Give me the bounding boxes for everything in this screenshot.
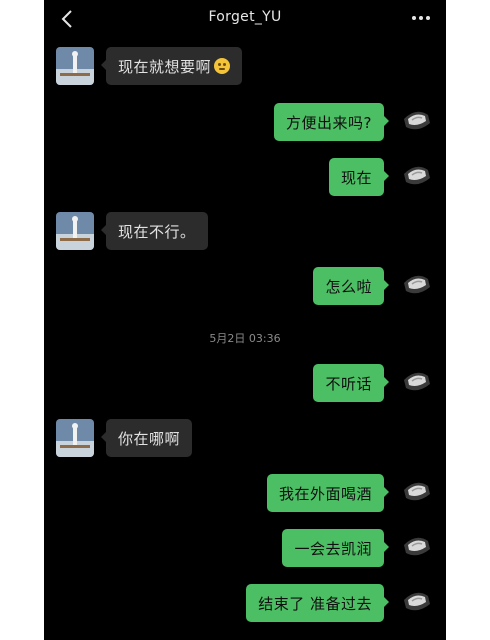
message-bubble-outgoing[interactable]: 我在外面喝酒: [266, 474, 390, 512]
message-bubble-outgoing[interactable]: 不听话: [313, 364, 389, 402]
message-row: 现在就想要啊: [44, 47, 446, 87]
user-avatar[interactable]: [396, 103, 434, 141]
message-text: 怎么啦: [325, 277, 372, 296]
contact-avatar[interactable]: [56, 212, 94, 250]
message-row: 结束了 准备过去: [44, 584, 446, 624]
user-avatar[interactable]: [396, 158, 434, 196]
user-avatar[interactable]: [396, 474, 434, 512]
chat-timestamp: 5月2日 03:36: [209, 332, 281, 345]
message-text: 现在不行。: [118, 222, 196, 241]
more-dots-icon[interactable]: [406, 8, 436, 28]
message-text: 不听话: [325, 374, 372, 393]
message-row: 方便出来吗?: [44, 103, 446, 143]
message-bubble-incoming[interactable]: 你在哪啊: [100, 419, 193, 457]
chat-screen: Forget_YU 现在就想要啊 方便出来吗? 现在 现在不行。 怎么啦 5月2…: [44, 0, 446, 640]
message-row: 怎么啦: [44, 267, 446, 307]
message-text: 现在就想要啊: [118, 57, 212, 76]
message-bubble-incoming[interactable]: 现在不行。: [101, 212, 208, 250]
message-row: 你在哪啊: [44, 419, 446, 459]
thinking-face-icon: [214, 58, 231, 74]
message-row: 一会去凯润: [44, 529, 446, 569]
contact-avatar[interactable]: [56, 419, 94, 457]
message-text: 结束了 准备过去: [258, 594, 372, 613]
message-bubble-outgoing[interactable]: 结束了 准备过去: [246, 584, 389, 622]
message-row: 我在外面喝酒: [44, 474, 446, 514]
chat-title: Forget_YU: [208, 9, 282, 25]
message-row: 现在: [44, 158, 446, 198]
message-text: 现在: [340, 168, 372, 187]
user-avatar[interactable]: [396, 364, 434, 402]
message-bubble-outgoing[interactable]: 怎么啦: [313, 267, 389, 305]
message-text: 我在外面喝酒: [278, 484, 372, 503]
user-avatar[interactable]: [396, 529, 434, 567]
message-bubble-outgoing[interactable]: 一会去凯润: [282, 529, 389, 567]
message-row: 不听话: [44, 364, 446, 404]
message-row: 现在不行。: [44, 212, 446, 252]
user-avatar[interactable]: [396, 584, 434, 622]
user-avatar[interactable]: [396, 267, 434, 305]
message-bubble-incoming[interactable]: 现在就想要啊: [100, 47, 243, 85]
message-bubble-outgoing[interactable]: 方便出来吗?: [274, 103, 389, 141]
contact-avatar[interactable]: [56, 47, 94, 85]
message-bubble-outgoing[interactable]: 现在: [328, 158, 390, 196]
message-text: 一会去凯润: [294, 539, 372, 558]
message-text: 方便出来吗?: [286, 113, 372, 132]
chat-header: Forget_YU: [44, 0, 446, 38]
message-text: 你在哪啊: [118, 429, 181, 448]
